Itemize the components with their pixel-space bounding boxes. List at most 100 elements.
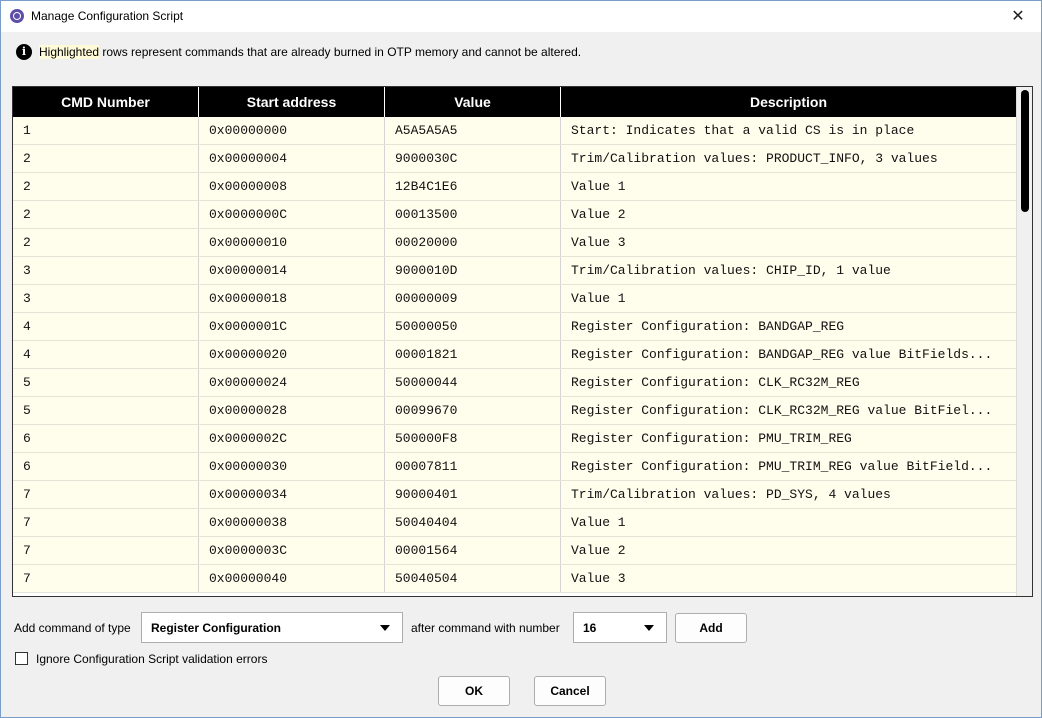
command-type-value: Register Configuration bbox=[151, 621, 282, 635]
cell-start-address: 0x0000002C bbox=[199, 425, 385, 452]
cell-value: 00001821 bbox=[385, 341, 561, 368]
cell-start-address: 0x00000014 bbox=[199, 257, 385, 284]
cell-description: Value 1 bbox=[571, 291, 626, 306]
cell-cmd-number: 1 bbox=[13, 117, 199, 144]
cell-cmd-number: 7 bbox=[13, 565, 199, 592]
cell-cmd-number: 2 bbox=[13, 201, 199, 228]
table-row[interactable]: 5 0x00000024 50000044 Register Configuratio… bbox=[13, 369, 1016, 397]
cell-start-address: 0x00000028 bbox=[199, 397, 385, 424]
command-number-select[interactable]: 16 bbox=[573, 612, 667, 643]
ok-button[interactable]: OK bbox=[438, 676, 510, 706]
cell-start-address: 0x0000001C bbox=[199, 313, 385, 340]
ignore-errors-label: Ignore Configuration Script validation e… bbox=[36, 652, 268, 666]
cell-description: Value 1 bbox=[571, 179, 626, 194]
cell-value: 00020000 bbox=[385, 229, 561, 256]
info-text: rows represent commands that are already… bbox=[99, 45, 582, 59]
cell-value: 9000030C bbox=[385, 145, 561, 172]
chevron-down-icon bbox=[644, 625, 654, 631]
cell-start-address: 0x00000040 bbox=[199, 565, 385, 592]
table-row[interactable]: 2 0x00000010 00020000 Value 3 bbox=[13, 229, 1016, 257]
scrollbar-thumb[interactable] bbox=[1021, 90, 1029, 212]
cell-value: 50000044 bbox=[385, 369, 561, 396]
cell-value: 00013500 bbox=[385, 201, 561, 228]
add-button[interactable]: Add bbox=[675, 613, 747, 643]
table-row[interactable]: 4 0x0000001C 50000050 Register Configuratio… bbox=[13, 313, 1016, 341]
cell-description: Trim/Calibration values: PD_SYS, 4 value… bbox=[571, 487, 891, 502]
cell-cmd-number: 5 bbox=[13, 397, 199, 424]
chevron-down-icon bbox=[380, 625, 390, 631]
cell-cmd-number: 6 bbox=[13, 425, 199, 452]
cell-start-address: 0x00000024 bbox=[199, 369, 385, 396]
cell-cmd-number: 6 bbox=[13, 453, 199, 480]
cell-description: Value 3 bbox=[571, 571, 626, 586]
table-row[interactable]: 7 0x00000040 50040504 Value 3 bbox=[13, 565, 1016, 593]
cell-cmd-number: 3 bbox=[13, 257, 199, 284]
cell-description: Register Configuration: BANDGAP_REG bbox=[571, 319, 845, 334]
add-command-label: Add command of type bbox=[14, 621, 131, 635]
column-header-value[interactable]: Value bbox=[385, 87, 561, 117]
table-row[interactable]: 6 0x0000002C 500000F8 Register Configuratio… bbox=[13, 425, 1016, 453]
table-row[interactable]: 6 0x00000030 00007811 Register Configuratio… bbox=[13, 453, 1016, 481]
cell-start-address: 0x00000018 bbox=[199, 285, 385, 312]
after-command-label: after command with number bbox=[411, 621, 560, 635]
column-header-cmd-number[interactable]: CMD Number bbox=[13, 87, 199, 117]
cell-value: 12B4C1E6 bbox=[385, 173, 561, 200]
cancel-button[interactable]: Cancel bbox=[534, 676, 606, 706]
app-icon bbox=[10, 9, 24, 23]
command-number-value: 16 bbox=[583, 621, 597, 635]
cell-start-address: 0x00000010 bbox=[199, 229, 385, 256]
table-row[interactable]: 3 0x00000014 9000010D Trim/Calibration valu… bbox=[13, 257, 1016, 285]
close-icon: ✕ bbox=[1011, 8, 1025, 25]
table-row[interactable]: 7 0x00000038 50040404 Value 1 bbox=[13, 509, 1016, 537]
cell-description: Register Configuration: PMU_TRIM_REG bbox=[571, 431, 852, 446]
cell-start-address: 0x00000030 bbox=[199, 453, 385, 480]
window-title: Manage Configuration Script bbox=[31, 9, 184, 23]
cell-start-address: 0x0000000C bbox=[199, 201, 385, 228]
command-type-select[interactable]: Register Configuration bbox=[141, 612, 403, 643]
table-header: CMD Number Start address Value Descripti… bbox=[13, 87, 1016, 117]
cell-start-address: 0x00000038 bbox=[199, 509, 385, 536]
cell-start-address: 0x00000008 bbox=[199, 173, 385, 200]
cell-cmd-number: 4 bbox=[13, 313, 199, 340]
cell-description: Value 2 bbox=[571, 207, 626, 222]
table-row[interactable]: 7 0x00000034 90000401 Trim/Calibration valu… bbox=[13, 481, 1016, 509]
cell-start-address: 0x00000020 bbox=[199, 341, 385, 368]
cell-cmd-number: 4 bbox=[13, 341, 199, 368]
cell-description: Trim/Calibration values: CHIP_ID, 1 valu… bbox=[571, 263, 891, 278]
cell-start-address: 0x0000003C bbox=[199, 537, 385, 564]
ignore-errors-checkbox[interactable] bbox=[15, 652, 28, 665]
table-row[interactable]: 5 0x00000028 00099670 Register Configuratio… bbox=[13, 397, 1016, 425]
column-header-description[interactable]: Description bbox=[561, 87, 1016, 117]
config-table: CMD Number Start address Value Descripti… bbox=[12, 86, 1033, 597]
table-row[interactable]: 2 0x00000004 9000030C Trim/Calibration valu… bbox=[13, 145, 1016, 173]
close-button[interactable]: ✕ bbox=[995, 1, 1041, 32]
cell-cmd-number: 2 bbox=[13, 145, 199, 172]
cell-description: Register Configuration: PMU_TRIM_REG val… bbox=[571, 459, 993, 474]
table-row[interactable]: 1 0x00000000 A5A5A5A5 Start: Indicates that… bbox=[13, 117, 1016, 145]
table-row[interactable]: 2 0x00000008 12B4C1E6 Value 1 bbox=[13, 173, 1016, 201]
title-bar: Manage Configuration Script ✕ bbox=[1, 1, 1041, 32]
table-row[interactable]: 2 0x0000000C 00013500 Value 2 bbox=[13, 201, 1016, 229]
cell-description: Start: Indicates that a valid CS is in p… bbox=[571, 123, 915, 138]
cell-description: Register Configuration: CLK_RC32M_REG va… bbox=[571, 403, 993, 418]
table-row[interactable]: 3 0x00000018 00000009 Value 1 bbox=[13, 285, 1016, 313]
vertical-scrollbar[interactable] bbox=[1016, 87, 1032, 596]
table-row[interactable]: 7 0x0000003C 00001564 Value 2 bbox=[13, 537, 1016, 565]
cell-value: 50000050 bbox=[385, 313, 561, 340]
cell-cmd-number: 5 bbox=[13, 369, 199, 396]
cell-value: A5A5A5A5 bbox=[385, 117, 561, 144]
cell-cmd-number: 7 bbox=[13, 509, 199, 536]
cell-value: 00000009 bbox=[385, 285, 561, 312]
cell-cmd-number: 7 bbox=[13, 537, 199, 564]
cell-description: Register Configuration: BANDGAP_REG valu… bbox=[571, 347, 993, 362]
cell-value: 50040404 bbox=[385, 509, 561, 536]
table-row[interactable]: 4 0x00000020 00001821 Register Configuratio… bbox=[13, 341, 1016, 369]
column-header-start-address[interactable]: Start address bbox=[199, 87, 385, 117]
dialog-window: Manage Configuration Script ✕ i Highligh… bbox=[0, 0, 1042, 718]
cell-value: 00099670 bbox=[385, 397, 561, 424]
cell-start-address: 0x00000000 bbox=[199, 117, 385, 144]
cell-description: Trim/Calibration values: PRODUCT_INFO, 3… bbox=[571, 151, 938, 166]
cell-start-address: 0x00000004 bbox=[199, 145, 385, 172]
table-body: 1 0x00000000 A5A5A5A5 Start: Indicates that… bbox=[13, 117, 1016, 593]
cell-value: 500000F8 bbox=[385, 425, 561, 452]
